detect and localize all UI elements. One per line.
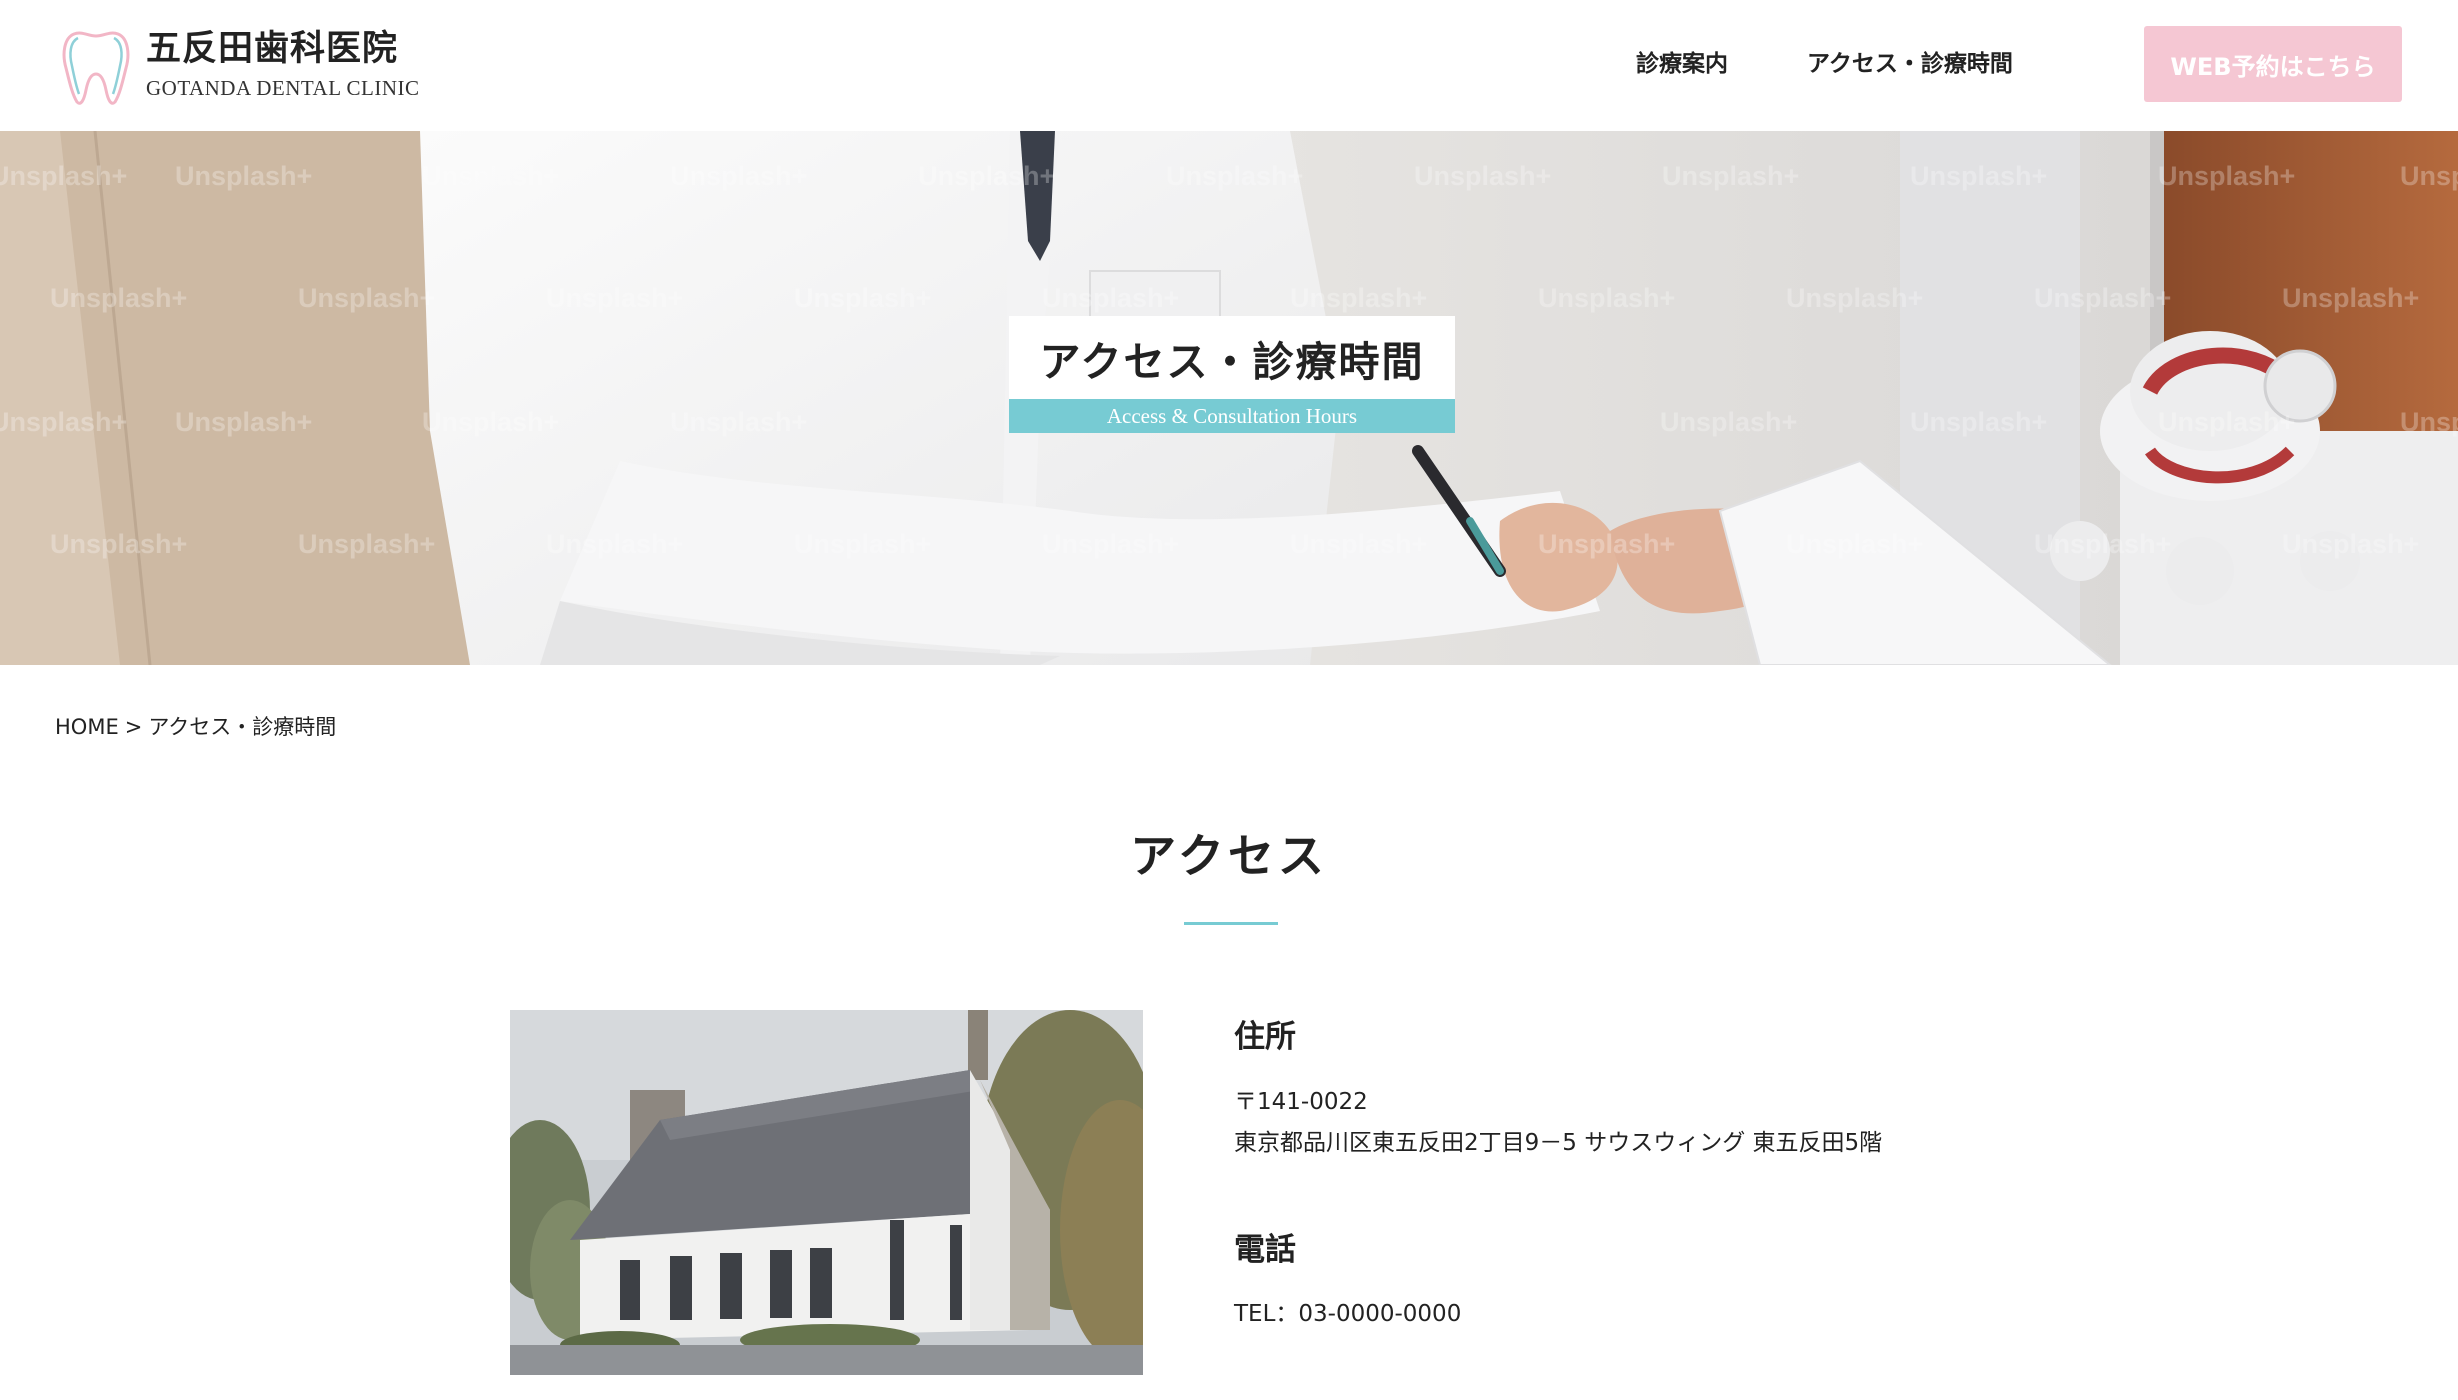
- address-heading: 住所: [1234, 1019, 1296, 1055]
- watermark-text: Unsplash+: [2158, 407, 2296, 437]
- logo-subtitle: GOTANDA DENTAL CLINIC: [146, 76, 420, 100]
- watermark-text: Unsplash+: [2282, 529, 2420, 559]
- logo-title: 五反田歯科医院: [146, 28, 399, 69]
- tooth-icon: [62, 31, 130, 105]
- watermark-text: Unsplash+: [1538, 283, 1676, 313]
- watermark-text: Unsplash+: [546, 529, 684, 559]
- watermark-text: Unsplash+: [2158, 161, 2296, 191]
- clinic-address: 東京都品川区東五反田2丁目9－5 サウスウィング 東五反田5階: [1234, 1130, 1883, 1156]
- watermark-text: Unsplash+: [2400, 161, 2458, 191]
- hero-banner: Unsplash+ Unsplash+ Unsplash+ Unsplash+ …: [0, 131, 2458, 665]
- breadcrumb: HOME > アクセス・診療時間: [55, 709, 336, 745]
- watermark-text: Unsplash+: [175, 407, 313, 437]
- watermark-text: Unsplash+: [1660, 407, 1798, 437]
- watermark-text: Unsplash+: [298, 529, 436, 559]
- watermark-text: Unsplash+: [1166, 161, 1304, 191]
- watermark-text: Unsplash+: [794, 529, 932, 559]
- site-logo[interactable]: 五反田歯科医院 GOTANDA DENTAL CLINIC: [60, 22, 420, 108]
- watermark-text: Unsplash+: [1290, 529, 1428, 559]
- watermark-text: Unsplash+: [2400, 407, 2458, 437]
- watermark-text: Unsplash+: [2034, 283, 2172, 313]
- phone-number[interactable]: TEL：03-0000-0000: [1234, 1295, 1461, 1333]
- nav-link-treatment[interactable]: 診療案内: [1636, 46, 1728, 82]
- watermark-text: Unsplash+: [1662, 161, 1800, 191]
- watermark-text: Unsplash+: [1538, 529, 1676, 559]
- watermark-text: Unsplash+: [2282, 283, 2420, 313]
- watermark-text: Unsplash+: [298, 283, 436, 313]
- hero-subtitle-box: Access & Consultation Hours: [1009, 399, 1455, 433]
- watermark-text: Unsplash+: [546, 283, 684, 313]
- postal-code: 〒141-0022: [1234, 1089, 1368, 1115]
- watermark-text: Unsplash+: [422, 407, 560, 437]
- watermark-text: Unsplash+: [2034, 529, 2172, 559]
- clinic-building-photo: [510, 1010, 1143, 1375]
- watermark-text: Unsplash+: [422, 161, 560, 191]
- nav-link-access-hours[interactable]: アクセス・診療時間: [1807, 46, 2013, 82]
- hero-subtitle: Access & Consultation Hours: [1106, 403, 1358, 428]
- watermark-text: Unsplash+: [0, 407, 128, 437]
- watermark-text: Unsplash+: [1910, 407, 2048, 437]
- breadcrumb-home-link[interactable]: HOME: [55, 715, 119, 739]
- hero-title: アクセス・診療時間: [1039, 337, 1425, 386]
- watermark-text: Unsplash+: [918, 161, 1056, 191]
- watermark-text: Unsplash+: [670, 161, 808, 191]
- hero-title-box: アクセス・診療時間: [1009, 316, 1455, 399]
- web-reservation-button[interactable]: WEB予約はこちら: [2144, 26, 2402, 102]
- watermark-text: Unsplash+: [1786, 283, 1924, 313]
- watermark-text: Unsplash+: [1042, 283, 1180, 313]
- watermark-text: Unsplash+: [50, 283, 188, 313]
- section-title-underline: [1184, 922, 1278, 925]
- watermark-text: Unsplash+: [794, 283, 932, 313]
- section-title-access: アクセス: [1130, 829, 1328, 883]
- watermark-text: Unsplash+: [0, 161, 128, 191]
- breadcrumb-current: アクセス・診療時間: [148, 715, 337, 739]
- phone-heading: 電話: [1234, 1232, 1296, 1268]
- watermark-text: Unsplash+: [1290, 283, 1428, 313]
- watermark-text: Unsplash+: [1414, 161, 1552, 191]
- site-header: 五反田歯科医院 GOTANDA DENTAL CLINIC 診療案内 アクセス・…: [0, 0, 2458, 131]
- watermark-text: Unsplash+: [175, 161, 313, 191]
- watermark-text: Unsplash+: [1786, 529, 1924, 559]
- watermark-text: Unsplash+: [50, 529, 188, 559]
- watermark-text: Unsplash+: [1910, 161, 2048, 191]
- breadcrumb-separator: >: [124, 715, 143, 739]
- watermark-text: Unsplash+: [1042, 529, 1180, 559]
- watermark-text: Unsplash+: [670, 407, 808, 437]
